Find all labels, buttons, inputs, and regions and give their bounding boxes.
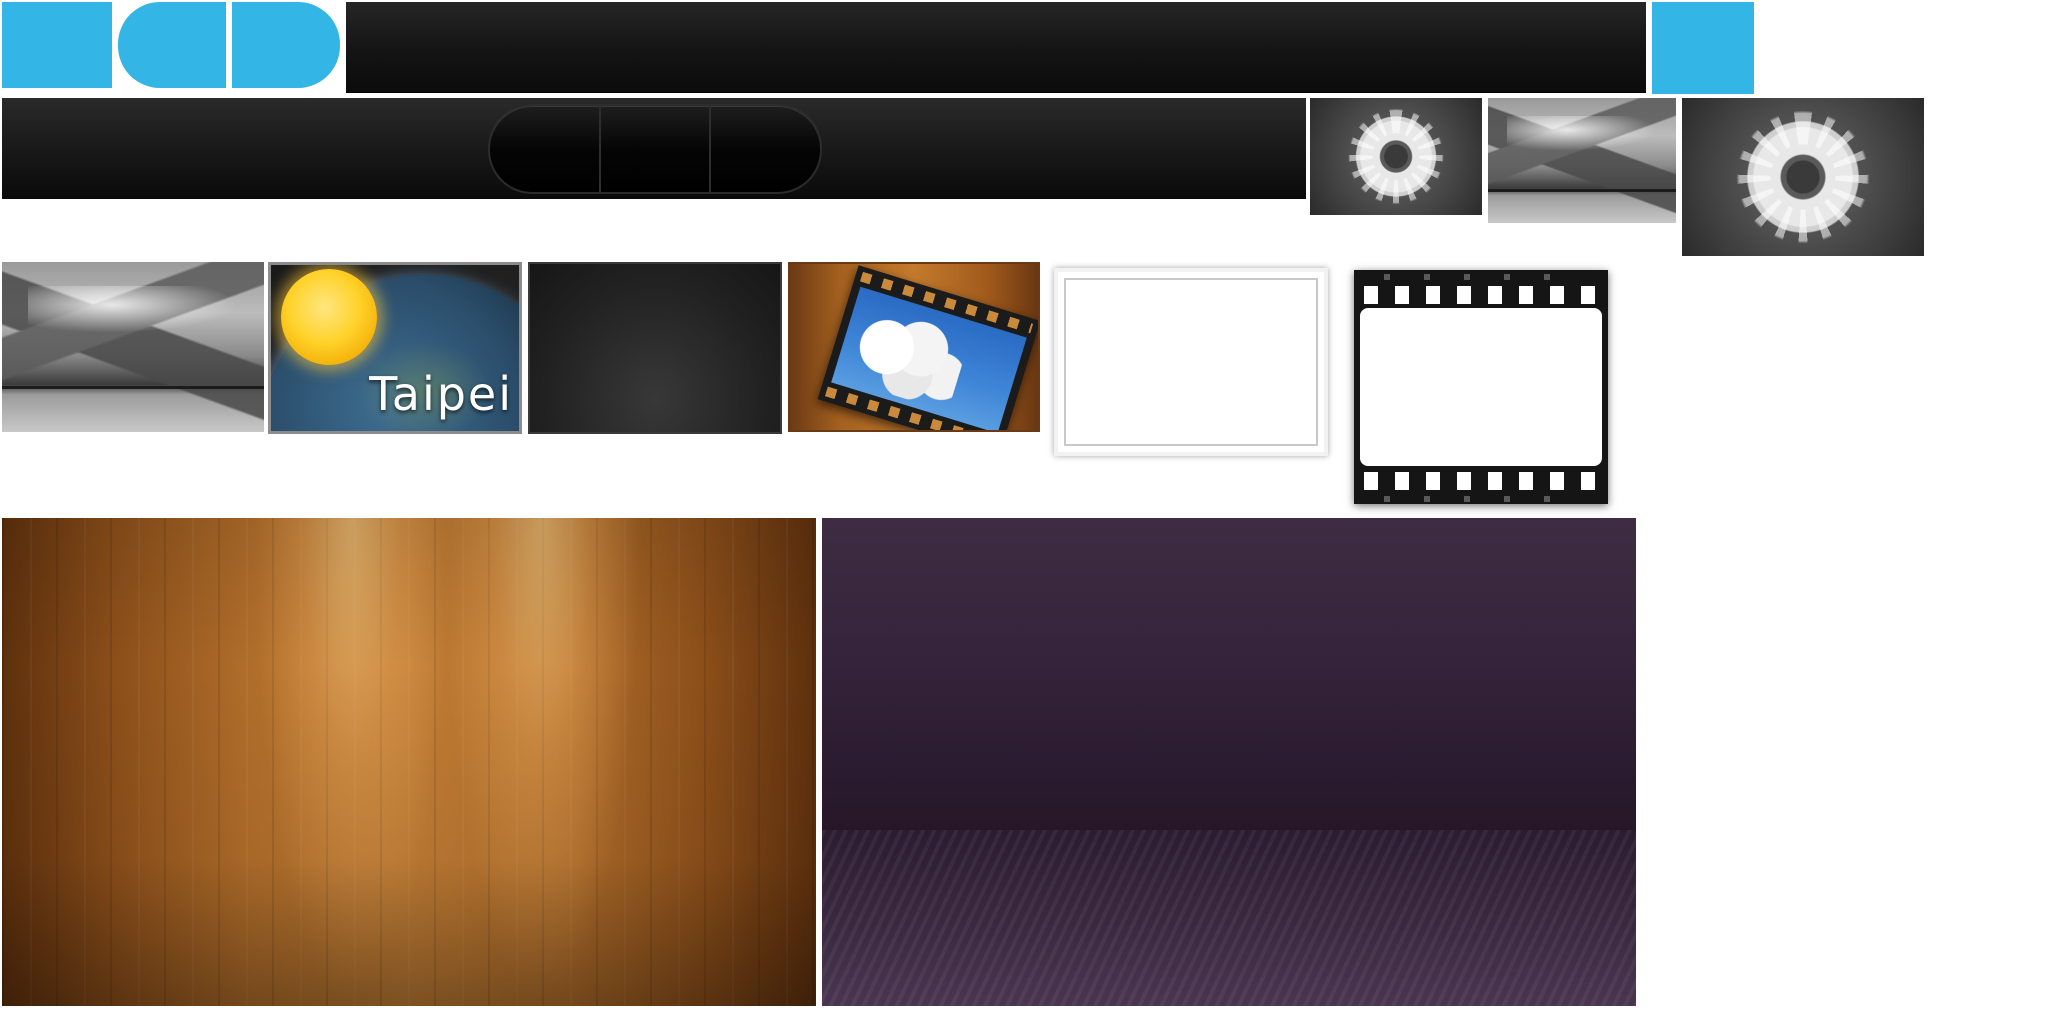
sun-icon [281, 269, 377, 365]
blue-pill-left-tile [118, 2, 226, 88]
film-sprocket-holes-top [1364, 286, 1598, 304]
film-sprocket-holes-bottom [1364, 472, 1598, 490]
segment-left-button[interactable] [490, 106, 601, 192]
sunflower-large-thumbnail [1682, 98, 1924, 256]
wood-stage-background [2, 518, 816, 1006]
tilted-film-photo [817, 265, 1038, 430]
segmented-control[interactable] [488, 104, 822, 194]
dark-title-bar [346, 2, 1646, 93]
segment-middle-button[interactable] [601, 106, 712, 192]
purple-stage-background [822, 518, 1636, 1006]
cloud-image [842, 303, 972, 412]
white-photo-frame [1054, 268, 1328, 456]
mountain-thumbnail [1488, 98, 1676, 223]
weather-city-label: Taipei [369, 367, 513, 421]
blue-small-tile [1652, 2, 1754, 94]
purple-striped-floor [822, 830, 1636, 1006]
film-photo-window [1360, 308, 1602, 466]
segment-right-button[interactable] [711, 106, 820, 192]
blue-pill-right-tile [232, 2, 340, 88]
weather-tile: Taipei [268, 262, 522, 434]
film-strip-frame [1354, 270, 1608, 504]
dark-empty-tile [528, 262, 782, 434]
sunflower-thumbnail [1310, 98, 1482, 215]
wood-photo-tile [788, 262, 1040, 432]
blue-square-tile [2, 2, 112, 88]
mountain-wide-thumbnail [2, 262, 264, 432]
